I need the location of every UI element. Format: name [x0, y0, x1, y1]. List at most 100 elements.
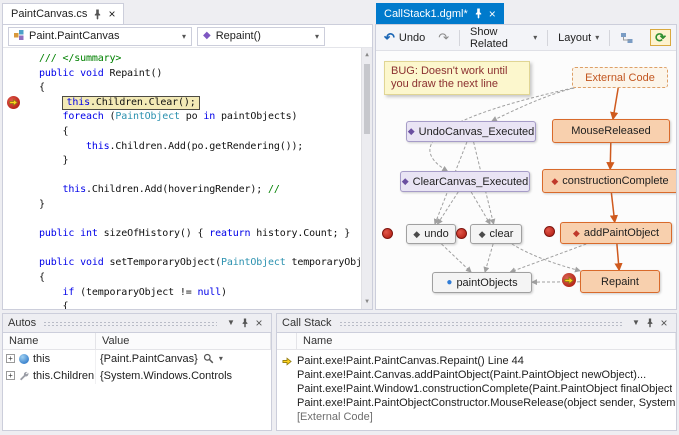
- graph-edge: [613, 88, 618, 119]
- column-header-value[interactable]: Value: [96, 333, 271, 349]
- graph-pane: CallStack1.dgml* × ↶Undo ↷ Show Related▾…: [375, 3, 677, 310]
- callstack-frame[interactable]: Paint.exe!Paint.Window1.constructionComp…: [277, 382, 676, 396]
- code-line[interactable]: public void setTemporaryObject(PaintObje…: [39, 256, 360, 271]
- code-editor[interactable]: /// </summary>public void Repaint()-{ th…: [3, 48, 372, 309]
- graph-node-undo[interactable]: ◆undo: [406, 224, 456, 244]
- graph-node-undoEx[interactable]: ◆UndoCanvas_Executed: [406, 121, 536, 142]
- code-line[interactable]: this.Children.Clear();: [39, 96, 360, 111]
- chevron-down-icon[interactable]: ▾: [219, 354, 223, 363]
- event-red-dot[interactable]: [544, 226, 555, 237]
- autos-header[interactable]: Autos ▼ ×: [3, 314, 271, 333]
- graph-node-paintObjects[interactable]: ●paintObjects: [432, 272, 532, 293]
- code-line[interactable]: -{: [39, 271, 360, 286]
- close-icon[interactable]: ×: [252, 316, 266, 330]
- scroll-up-icon[interactable]: ▲: [362, 50, 372, 60]
- code-token: (: [104, 111, 116, 122]
- close-icon[interactable]: ×: [657, 316, 671, 330]
- magnifier-icon[interactable]: [203, 353, 214, 364]
- layout-direction-icon: [620, 32, 633, 44]
- drag-grip: [339, 321, 622, 326]
- code-token: {: [39, 126, 68, 137]
- graph-node-external[interactable]: External Code: [572, 67, 668, 88]
- callstack-frame[interactable]: Paint.exe!Paint.PaintObjectConstructor.M…: [277, 396, 676, 410]
- code-line[interactable]: [39, 213, 360, 228]
- breakpoint-current-icon[interactable]: [7, 96, 20, 109]
- expand-icon[interactable]: +: [6, 354, 15, 363]
- event-red-dot[interactable]: [382, 228, 393, 239]
- column-header-name[interactable]: Name: [3, 333, 96, 349]
- node-label: UndoCanvas_Executed: [419, 126, 535, 138]
- code-line[interactable]: public void Repaint(): [39, 67, 360, 82]
- code-line[interactable]: public int sizeOfHistory() { reaturn his…: [39, 227, 360, 242]
- code-line[interactable]: {: [39, 125, 360, 140]
- editor-scrollbar[interactable]: ▲ ▼: [361, 48, 372, 309]
- diamond-dark-icon: ◆: [479, 230, 486, 239]
- layout-direction-button[interactable]: [617, 30, 636, 46]
- graph-edge: [510, 244, 586, 272]
- tab-callstack-dgml[interactable]: CallStack1.dgml* ×: [376, 3, 504, 24]
- code-line[interactable]: [39, 169, 360, 184]
- undo-button[interactable]: ↶Undo: [381, 29, 428, 46]
- callstack-frame[interactable]: Paint.exe!Paint.PaintCanvas.Repaint() Li…: [277, 354, 676, 368]
- graph-node-clearEx[interactable]: ◆ClearCanvas_Executed: [400, 171, 530, 192]
- pin-icon[interactable]: [643, 316, 657, 330]
- window-position-icon[interactable]: ▼: [224, 316, 238, 330]
- layout-dropdown[interactable]: Layout▾: [555, 30, 602, 46]
- undo-label: Undo: [399, 32, 425, 44]
- code-line[interactable]: -{: [39, 81, 360, 96]
- pin-icon[interactable]: [474, 8, 483, 19]
- panel-title: Autos: [8, 317, 36, 329]
- editor-body: Paint.PaintCanvas ▾ ◆ Repaint() ▾ /// </…: [2, 24, 373, 310]
- pin-icon[interactable]: [93, 9, 102, 20]
- frame-text: Paint.exe!Paint.PaintObjectConstructor.M…: [297, 397, 675, 409]
- autos-row[interactable]: +this.Children{System.Windows.Controls: [3, 367, 271, 384]
- callstack-frame[interactable]: [External Code]: [277, 410, 676, 424]
- code-line[interactable]: this.Children.Add(hoveringRender); //: [39, 183, 360, 198]
- event-red-dot[interactable]: [456, 228, 467, 239]
- graph-node-clear[interactable]: ◆clear: [470, 224, 522, 244]
- code-line[interactable]: /// </summary>: [39, 52, 360, 67]
- pin-icon[interactable]: [238, 316, 252, 330]
- callstack-frame[interactable]: Paint.exe!Paint.Canvas.addPaintObject(Pa…: [277, 368, 676, 382]
- scrollbar-thumb[interactable]: [364, 64, 370, 134]
- graph-node-construction[interactable]: ◆constructionComplete: [542, 169, 676, 193]
- code-token: .Children.Add(po.getRendering());: [109, 141, 303, 152]
- code-token: PaintObject: [115, 111, 180, 122]
- callstack-header[interactable]: Call Stack ▼ ×: [277, 314, 676, 333]
- refresh-layout-button[interactable]: ⟳: [650, 29, 671, 46]
- graph-canvas[interactable]: BUG: Doesn't work until you draw the nex…: [376, 51, 676, 309]
- graph-node-mouse[interactable]: MouseReleased: [552, 119, 670, 143]
- code-token: reaturn: [209, 228, 250, 239]
- code-token: foreach: [62, 111, 103, 122]
- close-icon[interactable]: ×: [108, 8, 115, 20]
- expand-icon[interactable]: +: [6, 371, 15, 380]
- tab-paintcanvas-cs[interactable]: PaintCanvas.cs ×: [2, 3, 124, 24]
- code-token: po: [180, 111, 203, 122]
- code-token: sizeOfHistory() {: [98, 228, 210, 239]
- window-position-icon[interactable]: ▼: [629, 316, 643, 330]
- code-line[interactable]: }: [39, 154, 360, 169]
- column-header-name[interactable]: Name: [297, 333, 676, 349]
- code-line[interactable]: if (temporaryObject != null): [39, 286, 360, 301]
- code-token: ): [221, 287, 227, 298]
- code-line[interactable]: -}: [39, 198, 360, 213]
- panel-title: Call Stack: [282, 317, 332, 329]
- graph-node-addPaint[interactable]: ◆addPaintObject: [560, 222, 672, 244]
- autos-rows: +this{Paint.PaintCanvas}▾+this.Children{…: [3, 350, 271, 384]
- code-token: /// </summary>: [39, 53, 121, 64]
- graph-node-repaint[interactable]: Repaint: [580, 270, 660, 293]
- close-icon[interactable]: ×: [489, 8, 496, 20]
- scroll-down-icon[interactable]: ▼: [362, 297, 372, 307]
- member-dropdown[interactable]: ◆ Repaint() ▾: [197, 27, 325, 46]
- redo-icon: ↷: [438, 31, 449, 44]
- redo-button[interactable]: ↷: [435, 29, 452, 46]
- show-related-dropdown[interactable]: Show Related▾: [467, 24, 540, 52]
- code-line[interactable]: this.Children.Add(po.getRendering());: [39, 140, 360, 155]
- bug-note[interactable]: BUG: Doesn't work until you draw the nex…: [384, 61, 530, 95]
- code-line[interactable]: {: [39, 300, 360, 309]
- code-line[interactable]: foreach (PaintObject po in paintObjects): [39, 110, 360, 125]
- type-dropdown[interactable]: Paint.PaintCanvas ▾: [8, 27, 192, 46]
- code-token: }: [39, 155, 68, 166]
- code-line[interactable]: [39, 242, 360, 257]
- autos-row[interactable]: +this{Paint.PaintCanvas}▾: [3, 350, 271, 367]
